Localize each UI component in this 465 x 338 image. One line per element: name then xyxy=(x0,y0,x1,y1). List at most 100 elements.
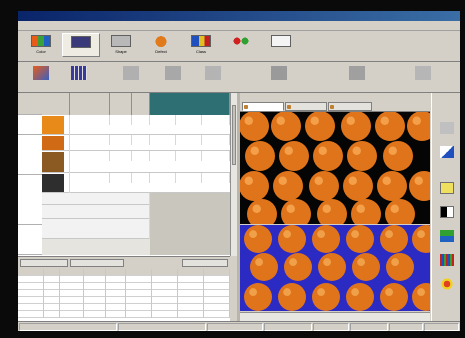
tab-lower-third[interactable] xyxy=(182,259,228,267)
column-header[interactable] xyxy=(106,269,126,276)
tab-image-second[interactable] xyxy=(285,102,327,111)
color-swatch-cell xyxy=(42,115,70,135)
column-header-selected[interactable] xyxy=(150,93,230,115)
side-tool-graph[interactable] xyxy=(434,145,459,167)
fruit-highlight xyxy=(351,230,360,239)
graph-icon xyxy=(439,146,454,158)
column-header[interactable] xyxy=(44,269,60,276)
category-size[interactable] xyxy=(18,175,42,225)
side-tool-palette[interactable] xyxy=(434,253,459,275)
category-color-defect[interactable] xyxy=(18,135,42,175)
tab-lower-first[interactable] xyxy=(20,259,68,267)
tab-image-first[interactable] xyxy=(242,102,284,111)
table-row[interactable] xyxy=(18,290,230,297)
fruit-highlight xyxy=(385,230,394,239)
fruit-blob xyxy=(305,112,335,141)
color-swatch xyxy=(42,152,64,172)
tab-lower-second[interactable] xyxy=(70,259,124,267)
grid-vertical-scrollbar[interactable] xyxy=(230,93,237,256)
category-color[interactable] xyxy=(18,115,42,135)
color-swatch-cell xyxy=(42,151,70,173)
column-header[interactable] xyxy=(178,269,204,276)
fruit-highlight xyxy=(390,204,399,213)
table-cell xyxy=(70,115,110,125)
table-cell xyxy=(110,151,132,161)
category-weight[interactable] xyxy=(18,225,42,255)
side-tool-stop[interactable] xyxy=(434,121,459,143)
scrollbar-thumb[interactable] xyxy=(232,105,236,165)
toolbar-button-discard[interactable] xyxy=(406,64,440,90)
toolbar-button-new[interactable] xyxy=(156,64,190,90)
table-cell xyxy=(44,311,60,318)
table-cell xyxy=(18,304,44,311)
camera-image-mask[interactable] xyxy=(240,225,430,311)
toolbar-button-grid[interactable] xyxy=(62,64,96,90)
side-tool-highlight[interactable] xyxy=(434,277,459,299)
toolbar-label xyxy=(196,82,230,88)
mode-tab-class[interactable]: Class xyxy=(182,33,220,57)
fruit-highlight xyxy=(250,146,259,155)
mode-tab-grading[interactable] xyxy=(62,33,100,57)
side-tool-chart[interactable] xyxy=(434,229,459,251)
toolbar-label xyxy=(340,82,374,88)
table-cell xyxy=(106,311,126,318)
toolbar-button-select[interactable] xyxy=(114,64,148,90)
side-tool-contrast[interactable] xyxy=(434,205,459,227)
mode-tab-defect[interactable]: Defect xyxy=(142,33,180,57)
image-view-tabs xyxy=(240,101,430,112)
mode-tab-weight[interactable] xyxy=(222,33,260,57)
table-row[interactable] xyxy=(42,151,230,173)
column-header[interactable] xyxy=(110,93,132,115)
table-cell xyxy=(178,311,204,318)
toolbar-label xyxy=(114,82,148,88)
tab-image-third[interactable] xyxy=(328,102,372,111)
table-row[interactable] xyxy=(42,135,230,151)
mode-tab-shape[interactable]: Shape xyxy=(102,33,140,57)
fruit-highlight xyxy=(391,258,400,267)
table-row[interactable] xyxy=(18,276,230,283)
column-header[interactable] xyxy=(126,269,152,276)
defect-icon xyxy=(151,35,171,47)
table-cell xyxy=(126,297,152,304)
fruit-blob xyxy=(412,225,430,253)
table-row[interactable] xyxy=(42,115,230,135)
fruit-highlight xyxy=(289,258,298,267)
side-tool-edit[interactable] xyxy=(434,181,459,203)
fruit-highlight xyxy=(351,288,360,297)
edit-icon xyxy=(439,182,454,194)
image-view-menu xyxy=(240,93,430,101)
column-header[interactable] xyxy=(70,93,110,115)
column-header[interactable] xyxy=(204,269,230,276)
table-cell xyxy=(176,151,202,161)
table-cell xyxy=(132,135,150,145)
toolbar-button-edit[interactable] xyxy=(196,64,230,90)
table-cell xyxy=(132,115,150,125)
toolbar-button-image[interactable] xyxy=(24,64,58,90)
table-cell xyxy=(18,297,44,304)
table-cell xyxy=(204,283,230,290)
fruit-highlight xyxy=(417,230,426,239)
column-header[interactable] xyxy=(18,269,44,276)
column-header[interactable] xyxy=(42,93,70,115)
column-header[interactable] xyxy=(84,269,106,276)
mode-tab-info[interactable] xyxy=(262,33,300,57)
column-header[interactable] xyxy=(132,93,150,115)
table-row[interactable] xyxy=(18,304,230,311)
column-header[interactable] xyxy=(152,269,178,276)
table-cell xyxy=(126,304,152,311)
camera-image-color[interactable] xyxy=(240,112,430,224)
mode-tab-color[interactable]: Color xyxy=(22,33,60,57)
table-row[interactable] xyxy=(18,311,230,318)
fruit-blob xyxy=(313,141,343,171)
table-row[interactable] xyxy=(42,173,230,193)
toolbar-button-apply-changes[interactable] xyxy=(340,64,374,90)
select-icon xyxy=(123,66,139,80)
table-row[interactable] xyxy=(18,283,230,290)
toolbar-button-grade[interactable] xyxy=(262,64,296,90)
table-cell xyxy=(106,304,126,311)
column-header[interactable] xyxy=(60,269,84,276)
table-row[interactable] xyxy=(18,297,230,304)
fruit-blob xyxy=(380,225,408,253)
status-field xyxy=(313,323,349,331)
table-cell xyxy=(204,311,230,318)
